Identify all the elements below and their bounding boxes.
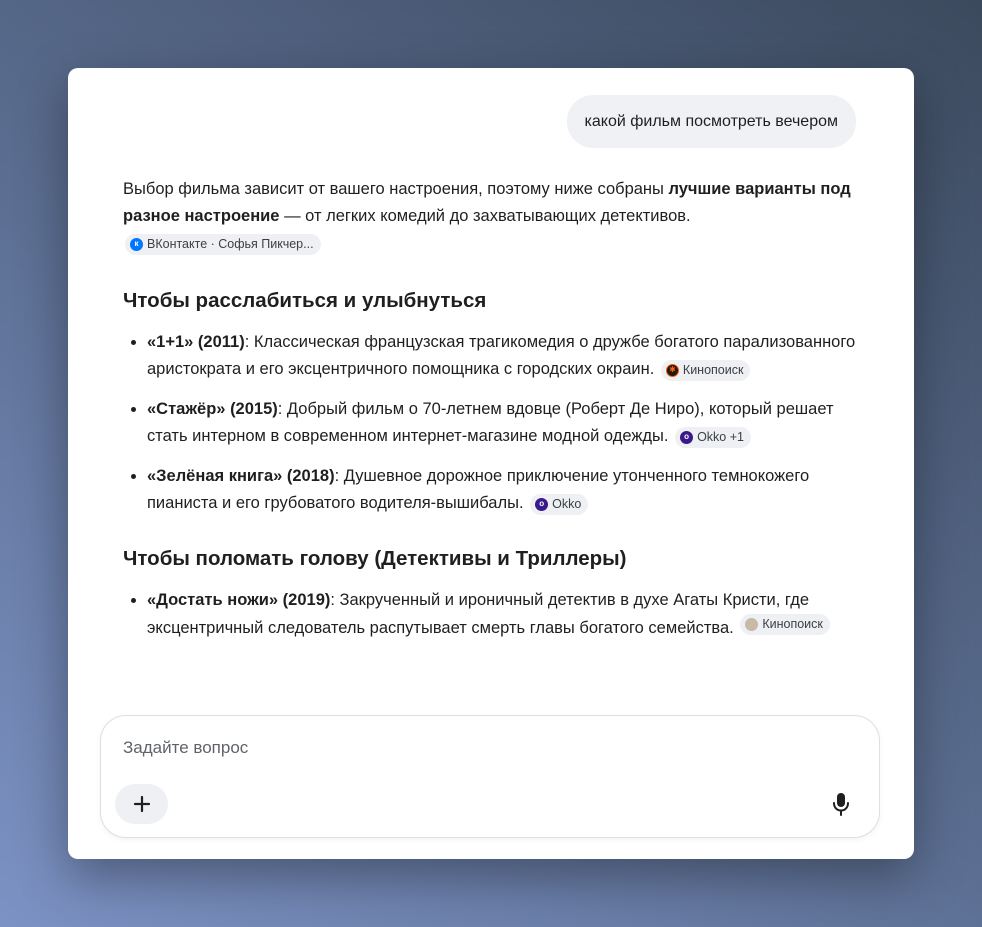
- intro-text-before: Выбор фильма зависит от вашего настроени…: [123, 180, 669, 198]
- list-item: «Стажёр» (2015): Добрый фильм о 70-летне…: [147, 396, 863, 450]
- source-chip-okko[interactable]: o Okko: [530, 493, 589, 515]
- list-item: «Достать ножи» (2019): Закрученный и иро…: [147, 587, 863, 642]
- user-message-bubble: какой фильм посмотреть вечером: [566, 95, 856, 148]
- voice-input-button[interactable]: [821, 786, 861, 822]
- source-chip-label: Okko: [552, 496, 582, 511]
- section-heading-relax: Чтобы расслабиться и улыбнуться: [123, 289, 487, 312]
- plus-icon: [133, 795, 150, 813]
- source-chip-label: Кинопоиск: [762, 617, 823, 631]
- prompt-input[interactable]: [123, 738, 763, 758]
- microphone-icon: [833, 793, 849, 816]
- assistant-response: Выбор фильма зависит от вашего настроени…: [123, 172, 863, 716]
- movie-title: «Зелёная книга» (2018): [147, 467, 335, 485]
- kinopoisk-logo-icon: ✱: [665, 363, 679, 377]
- prompt-composer: [100, 715, 880, 838]
- list-item: «1+1» (2011): Классическая французская т…: [147, 329, 863, 383]
- kinopoisk-logo-icon: [745, 618, 759, 631]
- movie-title: «Стажёр» (2015): [147, 400, 278, 418]
- vk-logo-icon: к: [130, 237, 143, 251]
- movie-list-relax: «1+1» (2011): Классическая французская т…: [123, 329, 863, 517]
- source-chip-label: Кинопоиск: [682, 362, 744, 377]
- list-item: «Зелёная книга» (2018): Душевное дорожно…: [147, 463, 863, 517]
- movie-title: «Достать ножи» (2019): [147, 591, 331, 609]
- intro-paragraph: Выбор фильма зависит от вашего настроени…: [123, 176, 863, 257]
- source-chip-kinopoisk[interactable]: ✱ Кинопоиск: [660, 359, 751, 381]
- chat-window: какой фильм посмотреть вечером Выбор фил…: [68, 68, 914, 859]
- source-chip-vk[interactable]: к ВКонтакте · Софья Пикчер...: [125, 233, 321, 255]
- intro-text-after: — от легких комедий до захватывающих дет…: [279, 207, 691, 225]
- movie-list-detectives: «Достать ножи» (2019): Закрученный и иро…: [123, 587, 863, 642]
- section-heading-detectives: Чтобы поломать голову (Детективы и Трилл…: [123, 547, 627, 570]
- okko-logo-icon: o: [535, 497, 549, 511]
- source-chip-kinopoisk[interactable]: Кинопоиск: [740, 614, 830, 635]
- source-chip-label: Okko +1: [697, 429, 744, 444]
- okko-logo-icon: o: [680, 430, 694, 444]
- source-chip-label: ВКонтакте · Софья Пикчер...: [147, 236, 314, 251]
- user-message-text: какой фильм посмотреть вечером: [584, 112, 838, 130]
- source-chip-okko[interactable]: o Okko +1: [675, 426, 751, 448]
- movie-title: «1+1» (2011): [147, 333, 245, 351]
- add-attachment-button[interactable]: [115, 784, 168, 824]
